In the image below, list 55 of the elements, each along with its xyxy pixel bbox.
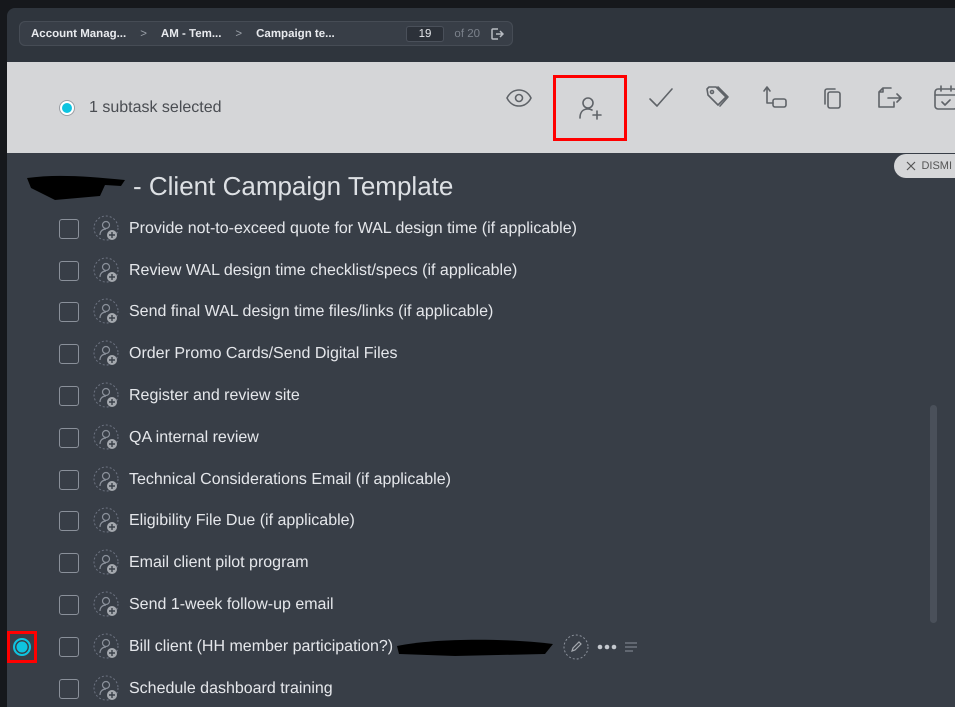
add-assignee-icon[interactable] — [93, 256, 121, 285]
subtask-name[interactable]: Review WAL design time checklist/specs (if applicable) — [129, 262, 518, 280]
checkbox[interactable] — [59, 428, 79, 448]
checkbox[interactable] — [59, 636, 79, 657]
chevron-icon: > — [140, 28, 147, 40]
close-icon — [906, 161, 916, 171]
selected-indicator — [59, 100, 75, 116]
edit-icon[interactable] — [563, 634, 590, 660]
subtask-name[interactable]: Email client pilot program — [129, 554, 309, 572]
subtask-name[interactable]: Send final WAL design time files/links (if applicable) — [129, 303, 494, 322]
subtask-name[interactable]: Technical Considerations Email (if applicable) — [129, 470, 451, 489]
checkbox[interactable] — [59, 218, 79, 239]
total-count: of 20 — [454, 28, 480, 40]
add-assignee-icon[interactable] — [93, 674, 121, 703]
add-assignee-icon[interactable] — [93, 591, 121, 620]
position-field[interactable]: 19 — [406, 26, 444, 42]
add-assignee-icon[interactable] — [93, 214, 121, 243]
subtask-name[interactable]: Bill client (HH member participation?) — [129, 638, 394, 656]
add-assignee-icon[interactable] — [93, 632, 121, 661]
task-title: - Client Campaign Template — [133, 171, 454, 202]
breadcrumb-link[interactable]: Account Manag... — [31, 28, 126, 40]
checkbox[interactable] — [59, 678, 79, 699]
add-assignee-icon[interactable] — [93, 298, 121, 326]
subtask-name[interactable]: Send 1-week follow-up email — [129, 596, 334, 614]
add-assignee-icon[interactable] — [93, 382, 121, 410]
row-select-radio[interactable] — [7, 630, 37, 663]
add-assignee-icon[interactable] — [93, 549, 121, 578]
add-assignee-icon[interactable] — [93, 340, 121, 368]
checkbox[interactable] — [59, 344, 79, 364]
chevron-icon: > — [235, 28, 242, 40]
checkbox[interactable] — [59, 553, 79, 574]
checkbox[interactable] — [59, 386, 79, 406]
add-assignee-icon[interactable] — [93, 507, 121, 536]
more-icon[interactable] — [597, 644, 618, 650]
exit-icon[interactable] — [490, 26, 504, 40]
subtask-name[interactable]: Schedule dashboard training — [129, 680, 333, 698]
description-icon — [625, 642, 638, 652]
add-assignee-icon[interactable] — [93, 466, 121, 494]
checkbox[interactable] — [59, 511, 79, 532]
assign-button[interactable] — [553, 74, 627, 140]
checkbox[interactable] — [59, 595, 79, 616]
checkbox[interactable] — [59, 260, 79, 281]
dismiss-button[interactable]: DISMI — [894, 154, 955, 178]
checkbox[interactable] — [59, 470, 79, 490]
subtask-name[interactable]: QA internal review — [129, 428, 259, 447]
add-assignee-icon[interactable] — [93, 424, 121, 452]
calendar-check-icon[interactable] — [931, 82, 955, 112]
subtask-name[interactable]: Provide not-to-exceed quote for WAL design time (if applicable) — [129, 220, 577, 238]
breadcrumb-link[interactable]: Campaign te... — [256, 28, 335, 40]
checkbox[interactable] — [59, 302, 79, 322]
subtask-name[interactable]: Order Promo Cards/Send Digital Files — [129, 345, 398, 364]
selection-count: 1 subtask selected — [89, 98, 222, 116]
breadcrumb-link[interactable]: AM - Tem... — [160, 28, 222, 40]
subtask-name[interactable]: Eligibility File Due (if applicable) — [129, 512, 355, 530]
subtask-name[interactable]: Register and review site — [129, 387, 300, 406]
